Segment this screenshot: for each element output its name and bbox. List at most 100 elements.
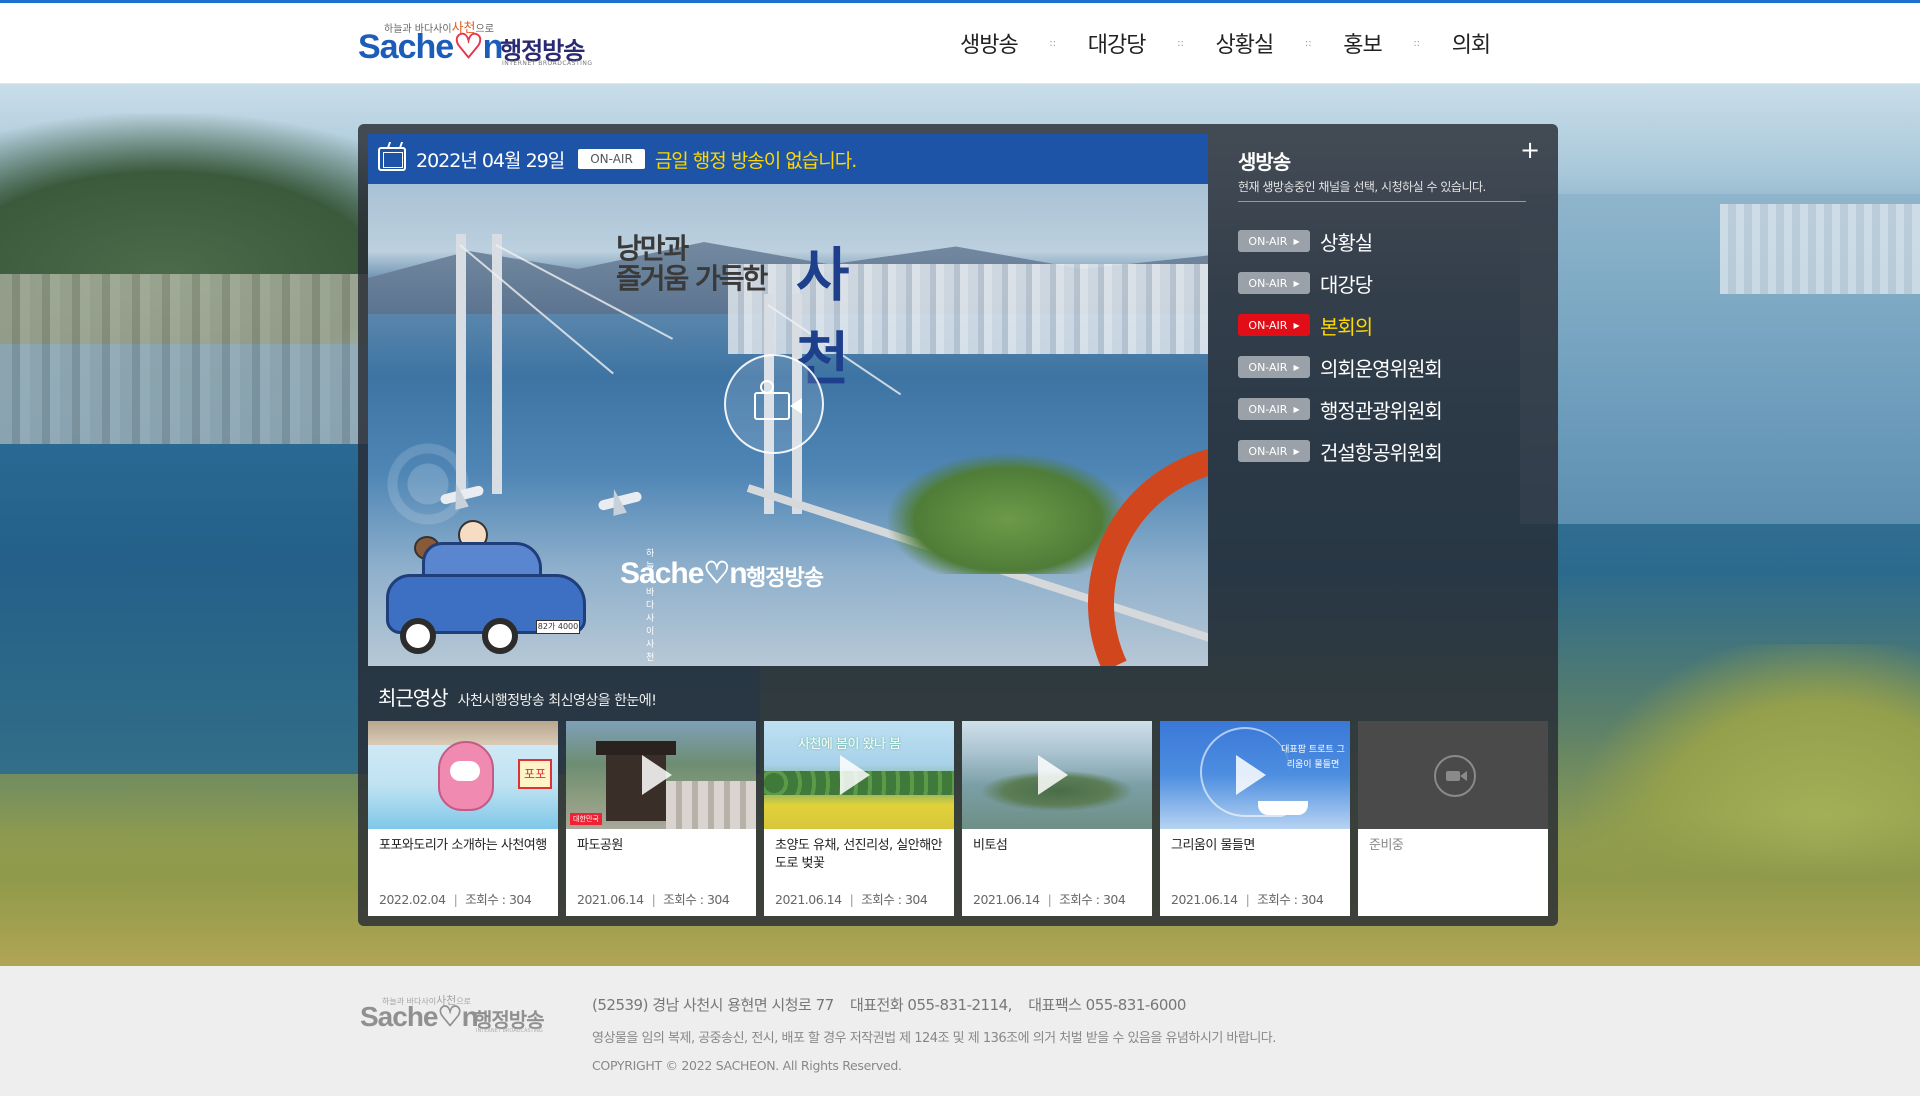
footer-phone: 대표전화 055-831-2114, xyxy=(849,996,1013,1014)
site-header: 하늘과 바다사이사천으로 Sache♡n 행정방송 INTERNET BROAD… xyxy=(0,3,1920,84)
slogan-line2: 즐거움 가득한 xyxy=(616,262,768,295)
recent-subtitle: 사천시행정방송 최신영상을 한눈에! xyxy=(457,693,657,709)
channel-item[interactable]: ON-AIR ▶ 상황실 xyxy=(1238,220,1442,262)
video-card[interactable]: 사천에 봄이 왔나 봄 초양도 유채, 선진리성, 실안해안도로 벚꽃 2021… xyxy=(764,721,954,916)
nav-promotion[interactable]: 홍보 xyxy=(1343,27,1382,59)
site-logo[interactable]: 하늘과 바다사이사천으로 Sache♡n 행정방송 INTERNET BROAD… xyxy=(358,13,598,71)
footer-info: (52539) 경남 사천시 용현면 시청로 77 대표전화 055-831-2… xyxy=(592,994,1276,1073)
logo-wordmark: Sache♡n xyxy=(358,28,503,66)
live-channel-panel: 생방송 + 현재 생방송중인 채널을 선택, 시청하실 수 있습니다. ON-A… xyxy=(1238,134,1540,465)
footer-copyright: COPYRIGHT © 2022 SACHEON. All Rights Res… xyxy=(592,1058,902,1073)
video-meta: 2021.06.14 | 조회수 : 304 xyxy=(1171,892,1324,907)
video-title: 초양도 유채, 선진리성, 실안해안도로 벚꽃 xyxy=(775,838,943,871)
thumb-label: 대한민국 xyxy=(570,813,602,825)
thumb-roofs xyxy=(666,781,756,829)
nav-separator: :: xyxy=(1177,37,1184,49)
video-title: 비토섬 xyxy=(973,838,1008,853)
page-bottom-edge xyxy=(0,1096,1920,1100)
channel-name: 건설항공위원회 xyxy=(1320,440,1443,465)
footer-fax: 대표팩스 055-831-6000 xyxy=(1028,996,1186,1014)
arrow-right-icon: ▶ xyxy=(1293,236,1300,246)
mascot-popo xyxy=(438,741,494,811)
footer-logo: 하늘과 바다사이사천으로 Sache♡n 행정방송 INTERNET BROAD… xyxy=(360,990,550,1040)
recent-video-list: 포포 포포와도리가 소개하는 사천여행 2022.02.04 | 조회수 : 304… xyxy=(368,721,1548,916)
footer-address: (52539) 경남 사천시 용현면 시청로 77 xyxy=(592,996,834,1014)
live-description: 현재 생방송중인 채널을 선택, 시청하실 수 있습니다. xyxy=(1238,178,1526,202)
video-meta: 2021.06.14 | 조회수 : 304 xyxy=(577,892,730,907)
onair-badge: ON-AIR xyxy=(578,149,645,169)
onair-badge: ON-AIR ▶ xyxy=(1238,398,1310,420)
thumb-boat xyxy=(1258,801,1308,815)
video-thumbnail xyxy=(1358,721,1548,829)
footer-logo-sub: INTERNET BROADCASTING xyxy=(476,1028,543,1034)
bridge-tower xyxy=(456,234,466,494)
footer-notice: 영상물을 임의 복제, 공중송신, 전시, 배포 할 경우 저작권법 제 124… xyxy=(592,1031,1276,1046)
video-card-placeholder: 준비중 xyxy=(1358,721,1548,916)
main-panel: 2022년 04월 29일 ON-AIR 금일 행정 방송이 없습니다. 낭만과… xyxy=(358,124,1558,926)
channel-name: 대강당 xyxy=(1320,272,1373,297)
car-wheel xyxy=(400,618,436,654)
video-camera-icon xyxy=(754,380,802,420)
mascot-car-illustration: 82가 4000 xyxy=(386,520,586,654)
channel-item-active[interactable]: ON-AIR ▶ 본회의 xyxy=(1238,304,1442,346)
footer-contact: (52539) 경남 사천시 용현면 시청로 77 대표전화 055-831-2… xyxy=(592,994,1276,1015)
screen-island xyxy=(888,454,1128,574)
site-footer: 하늘과 바다사이사천으로 Sache♡n 행정방송 INTERNET BROAD… xyxy=(0,966,1920,1096)
video-thumbnail xyxy=(962,721,1152,829)
play-icon xyxy=(840,755,870,795)
video-card[interactable]: 대한민국 파도공원 2021.06.14 | 조회수 : 304 xyxy=(566,721,756,916)
video-player: 2022년 04월 29일 ON-AIR 금일 행정 방송이 없습니다. 낭만과… xyxy=(368,134,1208,666)
main-nav: 생방송 :: 대강당 :: 상황실 :: 홍보 :: 의회 xyxy=(960,23,1491,63)
player-status-bar: 2022년 04월 29일 ON-AIR 금일 행정 방송이 없습니다. xyxy=(368,134,1208,184)
video-title: 포포와도리가 소개하는 사천여행 xyxy=(379,838,547,853)
video-title: 파도공원 xyxy=(577,838,623,853)
nav-separator: :: xyxy=(1413,37,1421,49)
video-card[interactable]: 비토섬 2021.06.14 | 조회수 : 304 xyxy=(962,721,1152,916)
live-title: 생방송 xyxy=(1238,150,1291,174)
arrow-right-icon: ▶ xyxy=(1293,446,1300,456)
nav-separator: :: xyxy=(1049,37,1057,49)
nav-auditorium[interactable]: 대강당 xyxy=(1088,27,1147,59)
nav-live[interactable]: 생방송 xyxy=(960,27,1019,59)
channel-item[interactable]: ON-AIR ▶ 건설항공위원회 xyxy=(1238,430,1443,472)
channel-name: 본회의 xyxy=(1320,314,1373,339)
broadcast-date: 2022년 04월 29일 xyxy=(416,149,565,172)
slogan-line1: 낭만과 xyxy=(616,232,689,265)
nav-situation-room[interactable]: 상황실 xyxy=(1215,27,1274,59)
thumb-sign: 포포 xyxy=(518,759,552,789)
onair-badge: ON-AIR ▶ xyxy=(1238,356,1310,378)
heart-icon: ♡ xyxy=(453,28,484,66)
video-card[interactable]: 포포 포포와도리가 소개하는 사천여행 2022.02.04 | 조회수 : 304 xyxy=(368,721,558,916)
plus-icon[interactable]: + xyxy=(1520,138,1540,162)
recent-title: 최근영상 xyxy=(378,686,449,710)
channel-item[interactable]: ON-AIR ▶ 행정관광위원회 xyxy=(1238,388,1443,430)
play-icon xyxy=(642,755,672,795)
play-button[interactable] xyxy=(724,354,824,454)
video-title: 준비중 xyxy=(1369,838,1404,853)
video-thumbnail: 대한민국 xyxy=(566,721,756,829)
play-icon xyxy=(1038,755,1068,795)
video-meta: 2021.06.14 | 조회수 : 304 xyxy=(775,892,928,907)
arrow-right-icon: ▶ xyxy=(1293,404,1300,414)
thumb-text: 대표팝 트로트 그리움이 물들면 xyxy=(1281,745,1345,770)
arrow-right-icon: ▶ xyxy=(1293,278,1300,288)
onair-badge: ON-AIR ▶ xyxy=(1238,440,1310,462)
channel-name: 의회운영위원회 xyxy=(1320,356,1443,381)
video-card[interactable]: 대표팝 트로트 그리움이 물들면 그리움이 물들면 2021.06.14 | 조회수… xyxy=(1160,721,1350,916)
channel-name: 상황실 xyxy=(1320,230,1373,255)
heart-icon: ♡ xyxy=(703,557,730,590)
video-meta: 2021.06.14 | 조회수 : 304 xyxy=(973,892,1126,907)
slogan: 낭만과 즐거움 가득한 사천 xyxy=(616,232,849,394)
nav-council[interactable]: 의회 xyxy=(1452,27,1491,59)
arrow-right-icon: ▶ xyxy=(1293,362,1300,372)
arrow-right-icon: ▶ xyxy=(1293,320,1300,330)
live-channel-list: ON-AIR ▶ 상황실 ON-AIR ▶ 대강당 ON-AIR ▶ 본회의 ON-A… xyxy=(1238,220,1443,472)
car-plate: 82가 4000 xyxy=(536,620,580,634)
player-screen[interactable]: 낭만과 즐거움 가득한 사천 82가 4000 하늘과 바다사이사천으로 xyxy=(368,184,1208,666)
channel-item[interactable]: ON-AIR ▶ 의회운영위원회 xyxy=(1238,346,1443,388)
channel-item[interactable]: ON-AIR ▶ 대강당 xyxy=(1238,262,1442,304)
video-camera-icon xyxy=(1434,755,1476,797)
bg-factory xyxy=(1720,204,1920,294)
watermark-korean: 행정방송 xyxy=(746,566,824,591)
play-icon xyxy=(1236,755,1266,795)
